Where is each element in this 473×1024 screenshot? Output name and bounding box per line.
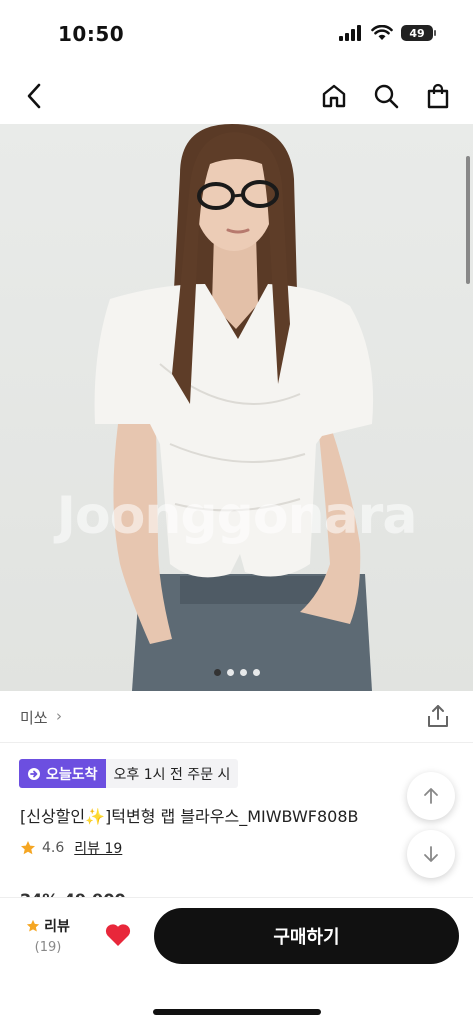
home-icon: [322, 84, 346, 108]
star-icon: [21, 841, 35, 855]
top-nav: [0, 64, 473, 124]
battery-icon: 49: [401, 25, 436, 41]
carousel-dot[interactable]: [239, 669, 247, 676]
share-icon: [428, 705, 448, 727]
wifi-icon: [371, 25, 393, 40]
order-cutoff-badge: 오후 1시 전 주문 시: [105, 759, 239, 788]
arrow-up-icon: [424, 788, 438, 804]
review-summary-label: 리뷰: [44, 919, 70, 935]
scroll-top-button[interactable]: [407, 772, 455, 820]
carousel-dots: [0, 669, 473, 676]
home-indicator: [153, 1009, 321, 1015]
share-button[interactable]: [425, 703, 451, 729]
search-button[interactable]: [370, 80, 402, 112]
shopping-bag-icon: [427, 83, 449, 109]
buy-button[interactable]: 구매하기: [154, 908, 459, 964]
watermark-text: Joonggonara: [56, 486, 418, 546]
chevron-left-icon: [27, 83, 41, 109]
review-summary-label-row: 리뷰: [20, 916, 76, 936]
rating-value: 4.6: [42, 840, 65, 856]
cart-button[interactable]: [422, 80, 454, 112]
product-title: [신상할인✨]턱변형 랩 블라우스_MIWBWF808B: [20, 807, 359, 826]
delivery-badges: 오늘도착 오후 1시 전 주문 시: [19, 759, 239, 788]
status-time: 10:50: [58, 22, 125, 46]
status-bar: 10:50 49: [0, 0, 473, 64]
carousel-dot[interactable]: [213, 669, 221, 676]
carousel-dot[interactable]: [252, 669, 260, 676]
review-summary-button[interactable]: 리뷰 (19): [20, 916, 76, 955]
star-icon: [26, 919, 40, 932]
bottom-action-bar: 리뷰 (19) 구매하기: [0, 897, 473, 1024]
today-delivery-label: 오늘도착: [46, 766, 98, 783]
seller-name-link[interactable]: 미쏘: [20, 707, 48, 728]
arrow-down-icon: [424, 846, 438, 862]
scroll-indicator[interactable]: [466, 156, 470, 284]
heart-icon: [105, 924, 131, 946]
search-icon: [374, 84, 399, 109]
status-icons: 49: [339, 25, 436, 41]
review-count-link[interactable]: 리뷰 19: [74, 838, 122, 858]
delivery-arrow-icon: [28, 767, 40, 780]
product-photo: [94, 124, 374, 691]
rating-row: 4.6 리뷰 19: [20, 838, 122, 858]
home-button[interactable]: [318, 80, 350, 112]
chevron-right-icon: ›: [56, 707, 62, 725]
wishlist-button[interactable]: [104, 922, 132, 948]
scroll-down-button[interactable]: [407, 830, 455, 878]
today-delivery-badge: 오늘도착: [19, 759, 106, 788]
back-button[interactable]: [18, 80, 50, 112]
carousel-dot[interactable]: [226, 669, 234, 676]
review-summary-count: (19): [34, 940, 62, 955]
seller-row: 미쏘 ›: [0, 691, 473, 743]
signal-icon: [339, 25, 361, 41]
product-image-carousel[interactable]: Joonggonara: [0, 124, 473, 691]
